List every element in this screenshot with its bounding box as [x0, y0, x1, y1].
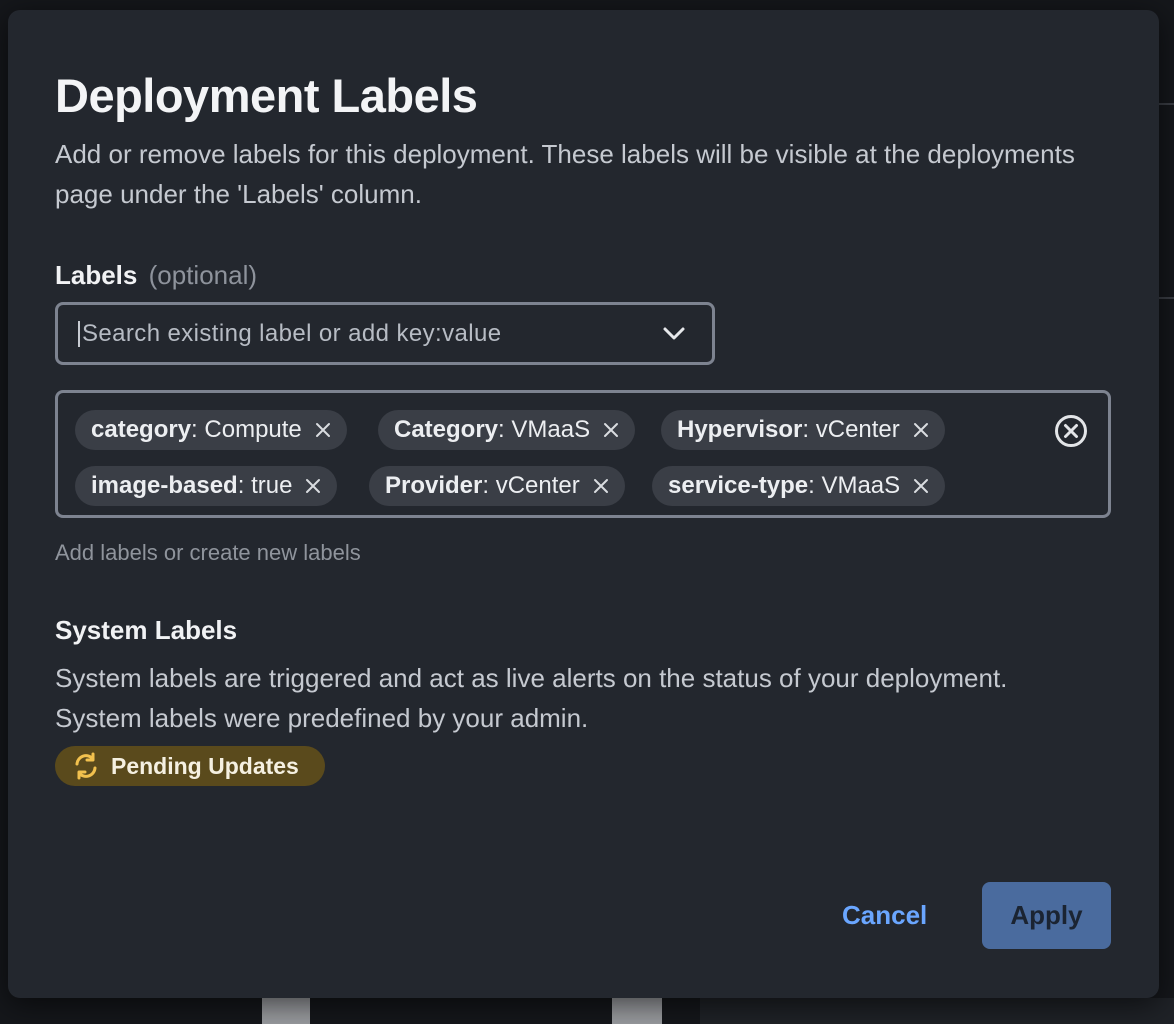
chip-separator: :	[191, 416, 205, 443]
chip-separator: :	[237, 472, 252, 499]
remove-label-icon[interactable]	[304, 477, 322, 495]
label-chip: service-type: VMaaS	[652, 466, 946, 506]
remove-label-icon[interactable]	[314, 421, 332, 439]
chip-key: Hypervisor	[677, 416, 803, 443]
chip-separator: :	[802, 416, 816, 443]
apply-button[interactable]: Apply	[982, 882, 1111, 949]
label-chip: Provider: vCenter	[369, 466, 625, 506]
chip-separator: :	[808, 472, 822, 499]
chip-separator: :	[482, 472, 496, 499]
chip-key: Category	[394, 416, 499, 443]
remove-label-icon[interactable]	[602, 421, 620, 439]
cancel-button[interactable]: Cancel	[842, 900, 927, 931]
chip-key: image-based	[91, 472, 238, 499]
labels-helper-text: Add labels or create new labels	[55, 540, 361, 565]
badge-label: Pending Updates	[111, 752, 299, 779]
label-chip: image-based: true	[75, 466, 338, 506]
labels-heading-text: Labels	[55, 260, 138, 290]
labels-heading: Labels (optional)	[55, 260, 257, 291]
search-placeholder[interactable]: Search existing label or add key:value	[82, 320, 662, 348]
background-panel	[612, 998, 662, 1024]
chip-value: VMaaS	[511, 416, 591, 443]
chip-separator: :	[498, 416, 512, 443]
system-labels-description: System labels are triggered and act as l…	[55, 663, 1008, 733]
pending-updates-badge: Pending Updates	[55, 746, 325, 786]
chip-value: Compute	[204, 416, 302, 443]
background-divider	[1159, 297, 1174, 299]
background-panel	[700, 998, 1174, 1024]
chip-key: category	[91, 416, 192, 443]
dialog-title: Deployment Labels	[55, 69, 478, 122]
optional-tag: (optional)	[148, 260, 258, 290]
clear-all-circle-x-icon[interactable]	[1054, 414, 1088, 448]
background-panel	[262, 998, 310, 1024]
label-search-input[interactable]: Search existing label or add key:value	[55, 302, 715, 365]
chip-key: service-type	[668, 472, 809, 499]
system-labels-heading: System Labels	[55, 615, 238, 645]
dialog-description: Add or remove labels for this deployment…	[55, 139, 1075, 209]
chip-value: true	[251, 472, 293, 499]
refresh-icon	[75, 752, 97, 780]
text-cursor	[78, 320, 80, 347]
deployment-labels-dialog: Deployment Labels Add or remove labels f…	[8, 10, 1159, 998]
chip-value: vCenter	[495, 472, 580, 499]
chip-value: vCenter	[815, 416, 900, 443]
remove-label-icon[interactable]	[592, 477, 610, 495]
chip-key: Provider	[385, 472, 483, 499]
label-chip: Hypervisor: vCenter	[661, 410, 945, 450]
chip-value: VMaaS	[821, 472, 901, 499]
remove-label-icon[interactable]	[912, 477, 930, 495]
label-chip: Category: VMaaS	[378, 410, 636, 450]
background-divider	[1159, 103, 1174, 105]
selected-labels-box: category: Compute Category: VMaaS Hyperv…	[55, 390, 1111, 518]
label-chip: category: Compute	[75, 410, 347, 450]
remove-label-icon[interactable]	[912, 421, 930, 439]
chevron-down-icon[interactable]	[662, 326, 686, 342]
